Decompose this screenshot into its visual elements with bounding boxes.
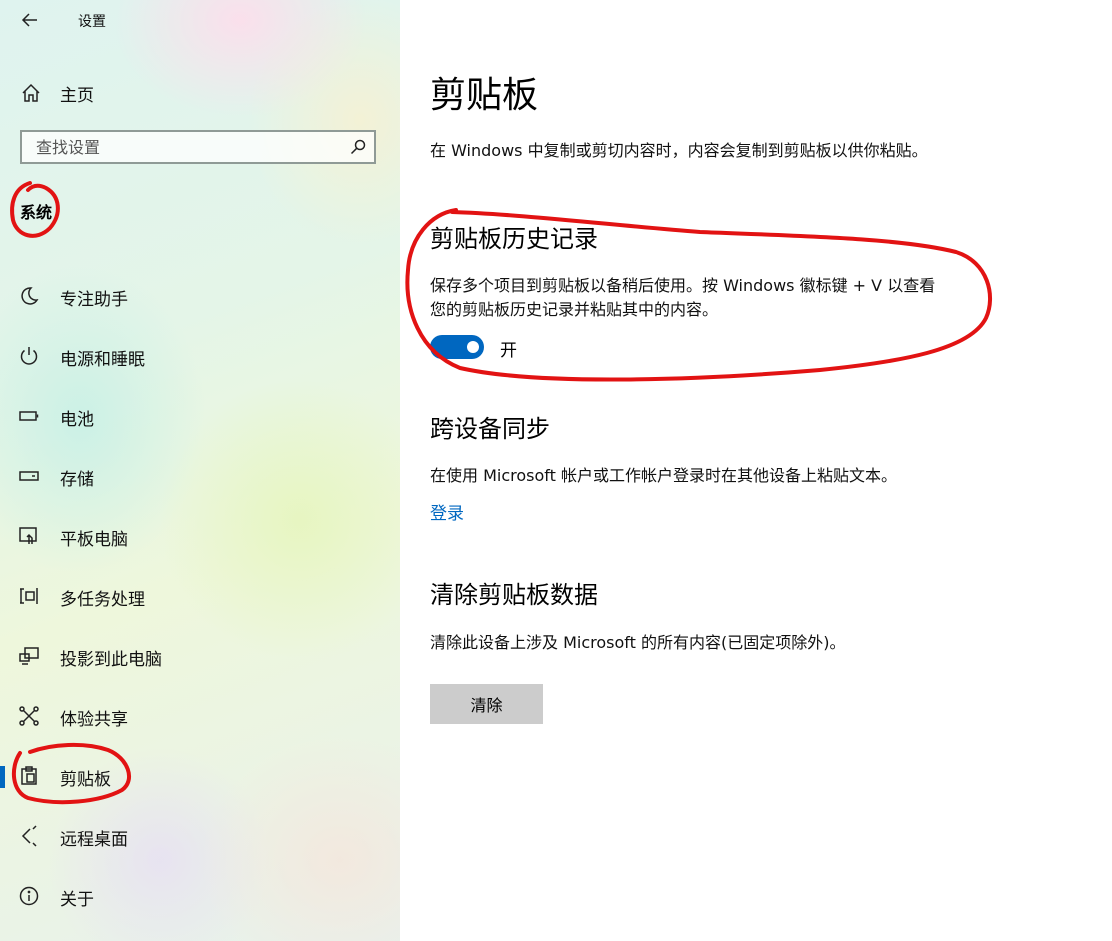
sync-heading: 跨设备同步 <box>430 415 550 443</box>
sidebar: 设置 主页 系统 专注助手 电源和睡眠 电 <box>0 0 400 941</box>
sidebar-item-clipboard[interactable]: 剪贴板 <box>0 746 400 806</box>
sidebar-item-tablet[interactable]: 平板电脑 <box>0 506 400 566</box>
sign-in-link[interactable]: 登录 <box>430 499 464 524</box>
sidebar-item-home[interactable]: 主页 <box>0 72 400 112</box>
sidebar-item-label: 体验共享 <box>60 710 128 730</box>
search-box <box>20 130 376 164</box>
sidebar-item-power-sleep[interactable]: 电源和睡眠 <box>0 326 400 386</box>
back-button[interactable] <box>18 8 42 32</box>
sync-desc: 在使用 Microsoft 帐户或工作帐户登录时在其他设备上粘贴文本。 <box>430 466 897 485</box>
history-toggle[interactable] <box>430 335 484 359</box>
intro-text: 在 Windows 中复制或剪切内容时，内容会复制到剪贴板以供你粘贴。 <box>430 141 928 160</box>
info-icon <box>19 886 39 906</box>
storage-icon <box>19 471 39 481</box>
sidebar-item-label: 多任务处理 <box>60 590 145 610</box>
section-title: 系统 <box>20 203 53 222</box>
page-title: 剪贴板 <box>430 75 539 116</box>
title-bar: 设置 <box>0 0 400 40</box>
sidebar-item-label: 关于 <box>60 890 94 910</box>
remote-desktop-icon <box>21 825 37 847</box>
search-icon[interactable] <box>350 139 366 155</box>
moon-icon <box>21 287 39 305</box>
sidebar-item-battery[interactable]: 电池 <box>0 386 400 446</box>
sidebar-item-focus-assist[interactable]: 专注助手 <box>0 266 400 326</box>
main-content: 剪贴板 在 Windows 中复制或剪切内容时，内容会复制到剪贴板以供你粘贴。 … <box>400 0 1112 941</box>
home-icon <box>22 83 40 102</box>
toggle-knob <box>467 341 479 353</box>
multitasking-icon <box>20 588 38 604</box>
clear-desc: 清除此设备上涉及 Microsoft 的所有内容(已固定项除外)。 <box>430 633 846 652</box>
sidebar-item-label: 主页 <box>60 86 94 106</box>
sidebar-item-label: 电源和睡眠 <box>60 350 145 370</box>
sidebar-item-remote-desktop[interactable]: 远程桌面 <box>0 806 400 866</box>
clear-button[interactable]: 清除 <box>430 684 543 724</box>
back-arrow-icon <box>21 13 37 27</box>
history-desc-line2: 您的剪贴板历史记录并粘贴其中的内容。 <box>430 300 719 319</box>
sidebar-item-multitasking[interactable]: 多任务处理 <box>0 566 400 626</box>
sidebar-item-label: 剪贴板 <box>60 770 111 790</box>
sidebar-item-shared-experiences[interactable]: 体验共享 <box>0 686 400 746</box>
toggle-state-label: 开 <box>500 341 517 361</box>
sidebar-item-label: 电池 <box>60 410 94 430</box>
history-heading: 剪贴板历史记录 <box>430 225 598 253</box>
history-desc-line1: 保存多个项目到剪贴板以备稍后使用。按 Windows 徽标键 + V 以查看 <box>430 276 936 295</box>
sidebar-item-label: 平板电脑 <box>60 530 128 550</box>
share-icon <box>19 706 39 726</box>
sidebar-item-label: 专注助手 <box>60 290 128 310</box>
sidebar-item-about[interactable]: 关于 <box>0 866 400 926</box>
sidebar-item-storage[interactable]: 存储 <box>0 446 400 506</box>
project-icon <box>19 647 39 665</box>
sidebar-item-label: 存储 <box>60 470 94 490</box>
clear-heading: 清除剪贴板数据 <box>430 581 598 609</box>
app-title: 设置 <box>78 14 106 30</box>
tablet-icon <box>19 527 37 544</box>
battery-icon <box>19 411 39 421</box>
sidebar-item-label: 远程桌面 <box>60 830 128 850</box>
sidebar-item-project[interactable]: 投影到此电脑 <box>0 626 400 686</box>
clipboard-icon <box>21 766 37 785</box>
search-input[interactable] <box>22 132 356 162</box>
power-icon <box>20 347 38 365</box>
sidebar-item-label: 投影到此电脑 <box>60 650 162 670</box>
nav-list: 专注助手 电源和睡眠 电池 存储 平板电脑 多任务处理 投影到此电脑 体验共享 … <box>0 266 400 926</box>
